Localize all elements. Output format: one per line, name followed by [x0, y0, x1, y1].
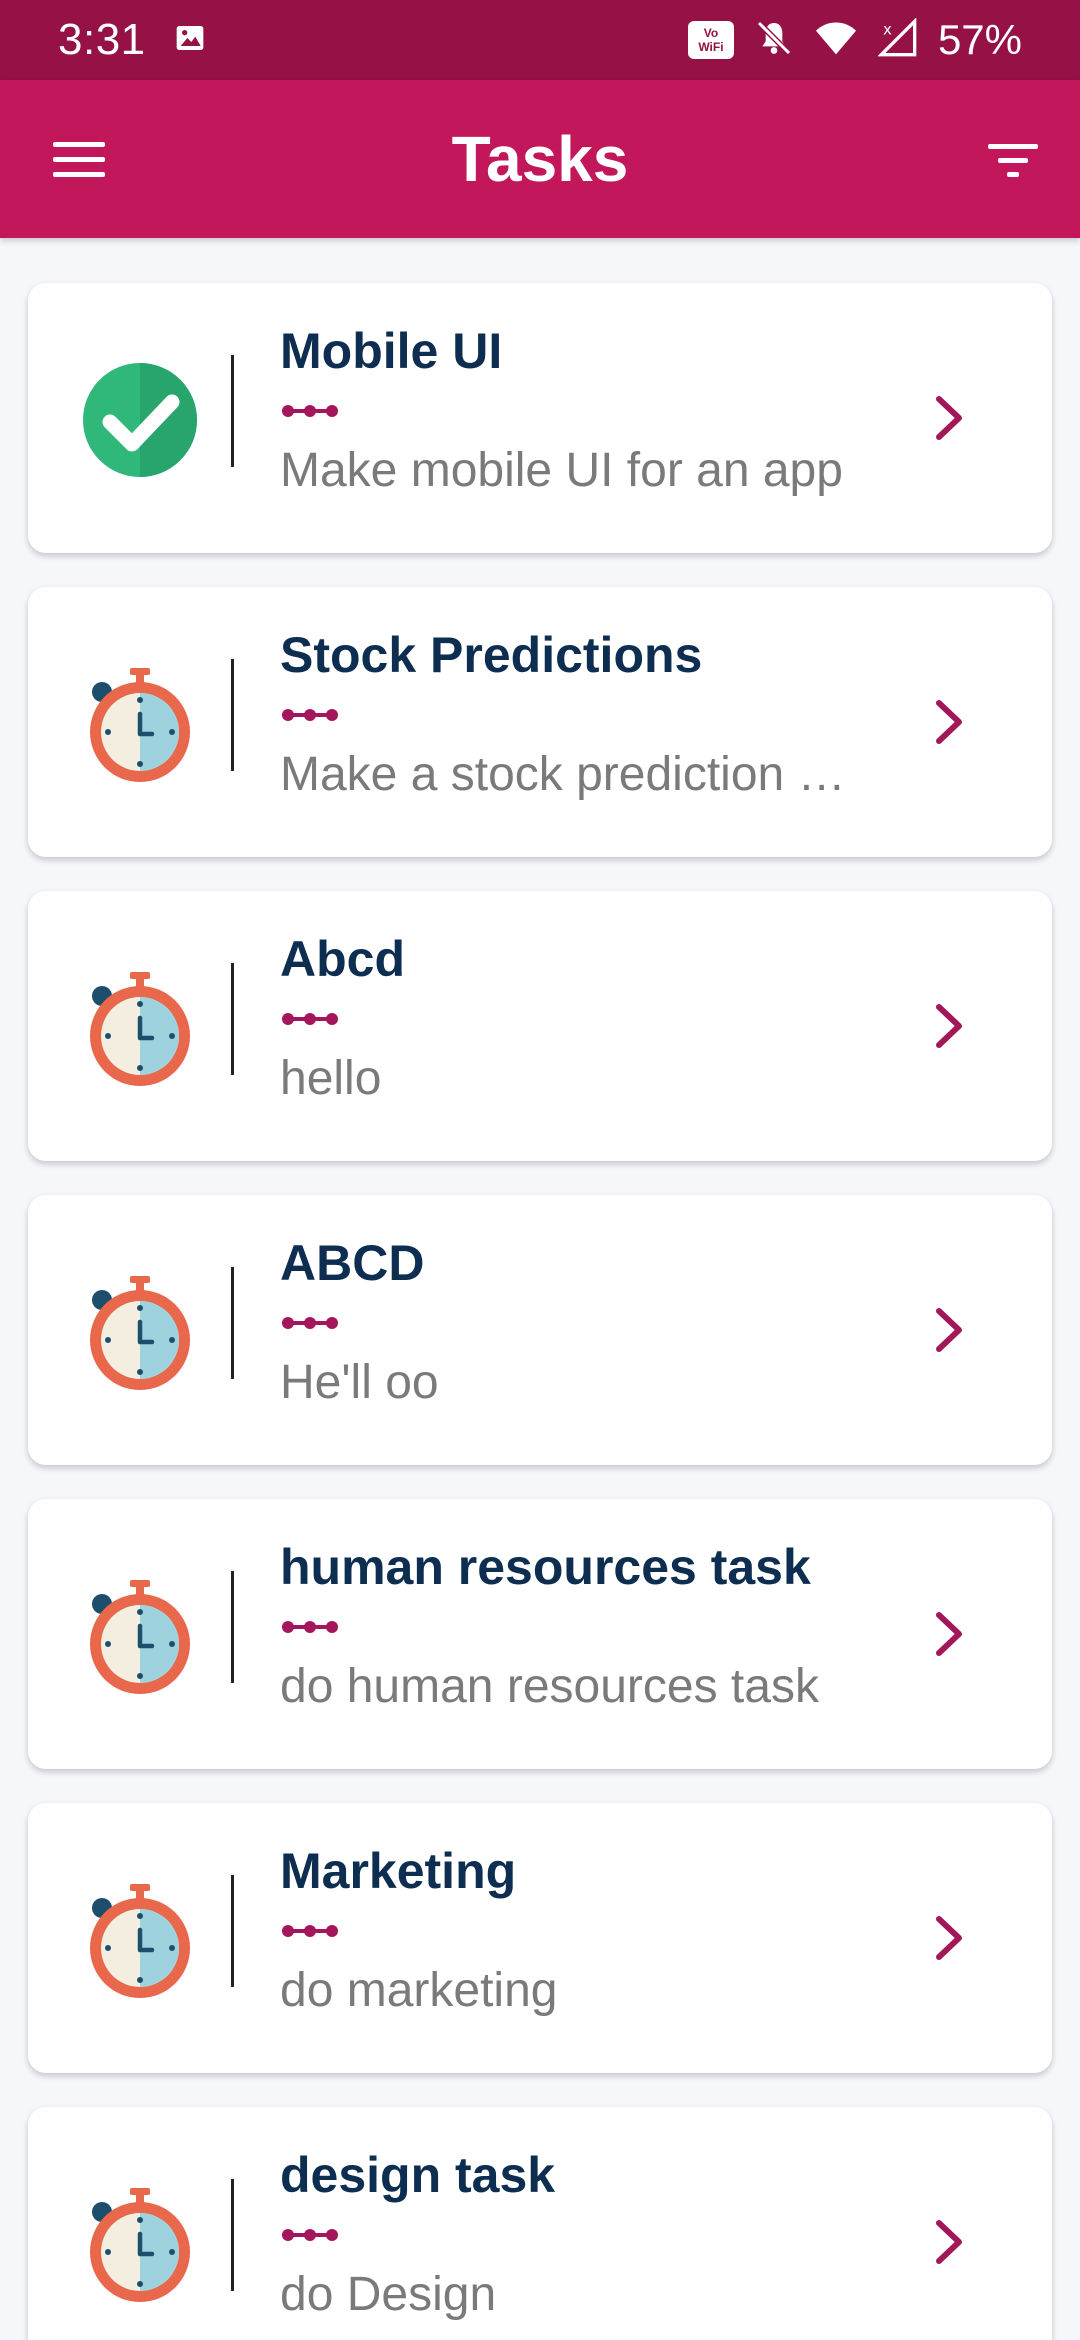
- status-right: Vo WiFi x 57%: [687, 16, 1022, 64]
- task-description: do human resources task: [280, 1660, 819, 1713]
- task-description: Make a stock prediction model: [280, 748, 870, 801]
- vowifi-line2: WiFi: [698, 40, 724, 54]
- task-description: do Design: [280, 2268, 497, 2321]
- stopwatch-icon: [80, 1272, 200, 1392]
- drag-dots-icon: [280, 2215, 920, 2255]
- card-text: human resources task do human resources …: [280, 1535, 920, 1717]
- card-divider: [231, 659, 234, 771]
- task-title: Marketing: [280, 1843, 517, 1899]
- drag-dots-icon: [280, 391, 920, 431]
- drag-dots-icon: [280, 1607, 920, 1647]
- task-description: do marketing: [280, 1964, 558, 2017]
- task-card[interactable]: Stock Predictions Make a stock predictio…: [28, 587, 1052, 857]
- filter-icon: [988, 144, 1038, 177]
- menu-button[interactable]: [48, 130, 110, 190]
- chevron-right-icon[interactable]: [920, 687, 980, 757]
- stopwatch-icon: [80, 2184, 200, 2304]
- task-title: Mobile UI: [280, 323, 503, 379]
- task-list: Mobile UI Make mobile UI for an app Stoc…: [28, 283, 1052, 2340]
- svg-text:x: x: [883, 20, 892, 38]
- stopwatch-icon: [80, 1880, 200, 2000]
- drag-dots-icon: [280, 999, 920, 1039]
- vowifi-line1: Vo: [703, 26, 719, 40]
- task-card[interactable]: ABCD He'll oo: [28, 1195, 1052, 1465]
- filter-button[interactable]: [982, 130, 1044, 190]
- chevron-right-icon[interactable]: [920, 2207, 980, 2277]
- task-description: hello: [280, 1052, 382, 1105]
- battery-percentage: 57%: [937, 16, 1022, 63]
- drag-dots-icon: [280, 1303, 920, 1343]
- card-text: design task do Design: [280, 2143, 920, 2325]
- task-description: He'll oo: [280, 1356, 439, 1409]
- chevron-right-icon[interactable]: [920, 383, 980, 453]
- task-card[interactable]: design task do Design: [28, 2107, 1052, 2340]
- drag-dots-icon: [280, 695, 920, 735]
- task-title: ABCD: [280, 1235, 425, 1291]
- card-divider: [231, 1267, 234, 1379]
- image-notification-icon: [174, 22, 206, 59]
- task-title: Abcd: [280, 931, 405, 987]
- drag-dots-icon: [280, 1911, 920, 1951]
- check-circle-icon: [80, 360, 200, 480]
- task-title: design task: [280, 2147, 556, 2203]
- task-card[interactable]: human resources task do human resources …: [28, 1499, 1052, 1769]
- page-title: Tasks: [451, 123, 629, 195]
- chevron-right-icon[interactable]: [920, 1295, 980, 1365]
- task-description: Make mobile UI for an app: [280, 444, 843, 497]
- card-divider: [231, 1571, 234, 1683]
- status-bar: 3:31 Vo WiFi x 57%: [0, 0, 1080, 80]
- task-card[interactable]: Abcd hello: [28, 891, 1052, 1161]
- stopwatch-icon: [80, 664, 200, 784]
- card-divider: [231, 1875, 234, 1987]
- card-text: ABCD He'll oo: [280, 1231, 920, 1413]
- task-card[interactable]: Marketing do marketing: [28, 1803, 1052, 2073]
- chevron-right-icon[interactable]: [920, 1903, 980, 1973]
- hamburger-menu-icon: [53, 142, 105, 177]
- task-card[interactable]: Mobile UI Make mobile UI for an app: [28, 283, 1052, 553]
- card-text: Mobile UI Make mobile UI for an app: [280, 319, 920, 501]
- status-left: 3:31: [58, 15, 206, 65]
- card-divider: [231, 2179, 234, 2291]
- status-time: 3:31: [58, 15, 146, 64]
- stopwatch-icon: [80, 968, 200, 1088]
- card-text: Marketing do marketing: [280, 1839, 920, 2021]
- chevron-right-icon[interactable]: [920, 991, 980, 1061]
- card-text: Abcd hello: [280, 927, 920, 1109]
- wifi-icon: [814, 18, 858, 63]
- signal-icon: x: [877, 16, 918, 63]
- card-text: Stock Predictions Make a stock predictio…: [280, 623, 920, 805]
- task-title: Stock Predictions: [280, 627, 703, 683]
- task-title: human resources task: [280, 1539, 811, 1595]
- vowifi-icon: Vo WiFi: [687, 21, 734, 59]
- card-divider: [231, 355, 234, 467]
- chevron-right-icon[interactable]: [920, 1599, 980, 1669]
- app-bar: Tasks: [0, 80, 1080, 238]
- card-divider: [231, 963, 234, 1075]
- mute-bell-icon: [754, 18, 794, 63]
- stopwatch-icon: [80, 1576, 200, 1696]
